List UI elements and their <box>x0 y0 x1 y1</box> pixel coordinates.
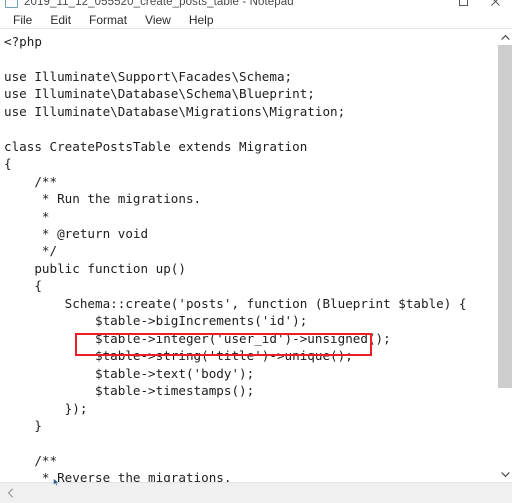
vertical-scroll-thumb[interactable] <box>498 45 512 388</box>
close-icon <box>490 0 500 6</box>
title-bar[interactable]: 2019_11_12_055520_create_posts_table - N… <box>0 0 512 12</box>
notepad-icon <box>5 0 18 8</box>
chevron-down-icon <box>500 471 510 477</box>
text-area[interactable]: <?php use Illuminate\Support\Facades\Sch… <box>0 29 496 482</box>
chevron-left-icon <box>7 488 13 498</box>
vertical-scrollbar[interactable] <box>496 29 512 482</box>
window-controls <box>448 0 512 12</box>
close-button[interactable] <box>478 0 512 12</box>
vertical-scroll-track[interactable] <box>497 45 512 466</box>
menu-bar: File Edit Format View Help <box>0 12 512 29</box>
menu-edit[interactable]: Edit <box>41 12 80 28</box>
maximize-icon <box>458 0 468 6</box>
text-cursor-icon <box>53 478 60 486</box>
scrollbar-corner <box>496 483 512 503</box>
editor-body: <?php use Illuminate\Support\Facades\Sch… <box>0 29 512 482</box>
menu-format[interactable]: Format <box>80 12 136 28</box>
menu-view[interactable]: View <box>136 12 180 28</box>
chevron-up-icon <box>500 34 510 40</box>
menu-file[interactable]: File <box>4 12 41 28</box>
horizontal-scrollbar[interactable] <box>0 478 512 503</box>
editor-content[interactable]: <?php use Illuminate\Support\Facades\Sch… <box>0 29 467 482</box>
window-title: 2019_11_12_055520_create_posts_table - N… <box>24 0 294 8</box>
horizontal-scroll-track[interactable] <box>20 483 492 503</box>
scroll-up-button[interactable] <box>497 29 512 45</box>
notepad-window: 2019_11_12_055520_create_posts_table - N… <box>0 0 512 503</box>
scroll-down-button[interactable] <box>497 466 512 482</box>
scroll-left-button[interactable] <box>0 483 20 503</box>
menu-help[interactable]: Help <box>180 12 223 28</box>
maximize-button[interactable] <box>448 0 478 12</box>
